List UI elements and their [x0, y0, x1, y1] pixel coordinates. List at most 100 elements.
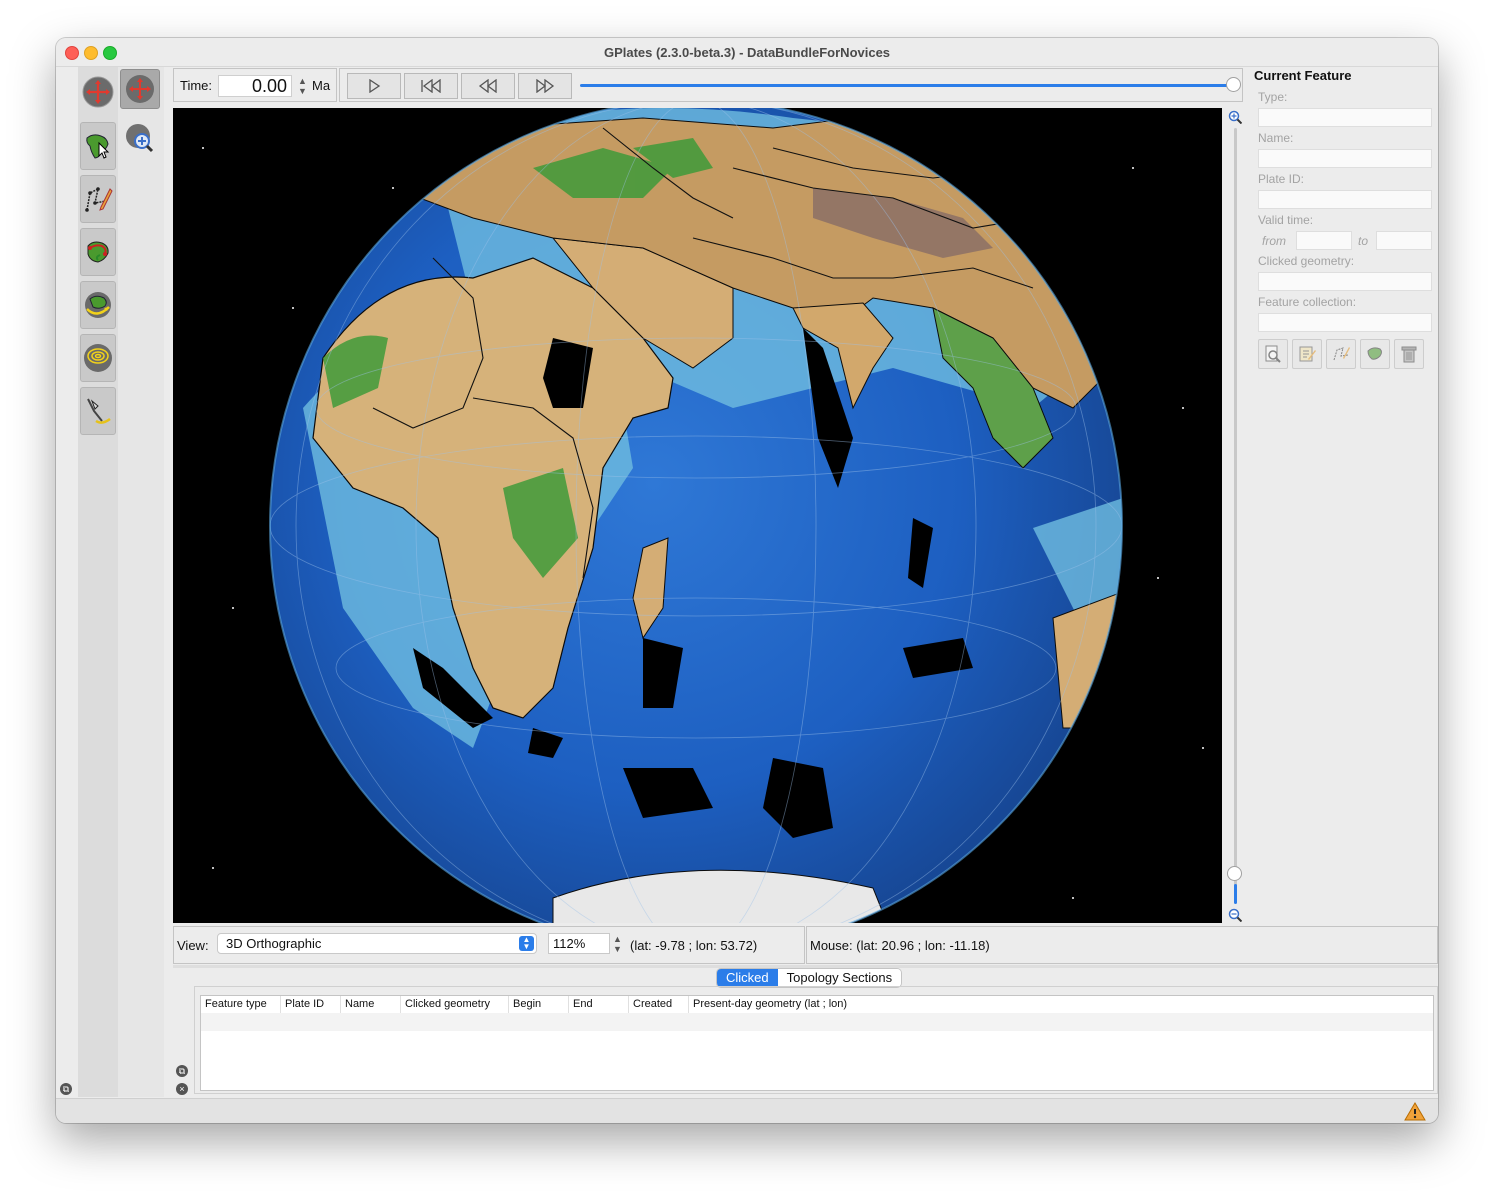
bottom-tab-bar: Clicked Topology Sections [716, 968, 903, 988]
zoom-out-icon[interactable] [1228, 908, 1242, 922]
zoom-tool[interactable] [122, 120, 158, 156]
column-end[interactable]: End [569, 996, 629, 1013]
view-bar: View: 3D Orthographic ▲ ▼ 112% ▲ ▼ (lat: -… [173, 926, 805, 964]
close-panel-icon[interactable]: × [176, 1083, 188, 1095]
change-geometry-button[interactable] [1326, 339, 1356, 369]
time-control: Time: 0.00 ▲ ▼ Ma [173, 68, 337, 102]
topology-icon [87, 241, 109, 263]
valid-from-field [1296, 231, 1352, 250]
projection-select[interactable]: 3D Orthographic ▲ ▼ [217, 933, 537, 954]
tab-topology-sections[interactable]: Topology Sections [777, 969, 902, 987]
edit-feature-icon [1299, 346, 1316, 362]
time-stepper[interactable]: ▲ ▼ [298, 76, 307, 96]
step-back-button[interactable] [461, 73, 515, 99]
camera-coordinates: (lat: -9.78 ; lon: 53.72) [630, 938, 758, 953]
chevron-updown-icon: ▲ ▼ [519, 936, 534, 951]
view-label: View: [177, 938, 209, 953]
current-feature-heading: Current Feature [1254, 68, 1352, 83]
reset-animation-button[interactable] [404, 73, 458, 99]
digitise-geometry-tool[interactable] [80, 175, 116, 223]
column-clicked-geometry[interactable]: Clicked geometry [401, 996, 509, 1013]
zoom-globe-icon [126, 75, 154, 103]
type-field [1258, 108, 1432, 127]
time-unit-label: Ma [312, 78, 331, 93]
playback-toolbar [339, 68, 1243, 102]
column-feature-type[interactable]: Feature type [201, 996, 281, 1013]
reconstruction-plate-button[interactable] [1360, 339, 1390, 369]
drag-globe-tool[interactable] [80, 72, 116, 112]
time-slider-handle[interactable] [1226, 77, 1241, 92]
to-label: to [1358, 234, 1369, 248]
name-field [1258, 149, 1432, 168]
zoom-slider-fill [1234, 884, 1237, 904]
plate-id-field [1258, 190, 1432, 209]
pole-manipulation-tool[interactable] [80, 281, 116, 329]
feature-collection-label: Feature collection: [1258, 295, 1357, 309]
column-created[interactable]: Created [629, 996, 689, 1013]
globe-canvas[interactable] [173, 108, 1222, 923]
small-circle-tool[interactable] [80, 334, 116, 382]
zoom-percent-input[interactable]: 112% [548, 933, 610, 954]
mouse-coordinates-bar: Mouse: (lat: 20.96 ; lon: -11.18) [806, 926, 1438, 964]
topology-tool[interactable] [80, 228, 116, 276]
name-label: Name: [1258, 131, 1294, 145]
float-dock-icon[interactable]: ⧉ [60, 1083, 72, 1095]
column-present-day-geometry[interactable]: Present-day geometry (lat ; lon) [689, 996, 1433, 1013]
reset-icon [421, 79, 441, 93]
clicked-features-table[interactable]: Feature type Plate ID Name Clicked geome… [200, 995, 1434, 1091]
change-geometry-icon [1333, 347, 1350, 361]
valid-to-field [1376, 231, 1432, 250]
clicked-geometry-field [1258, 272, 1432, 291]
small-circle-icon [84, 344, 112, 372]
zoom-stepper[interactable]: ▲ ▼ [613, 934, 622, 954]
time-input[interactable]: 0.00 [218, 75, 292, 97]
clicked-features-panel: Feature type Plate ID Name Clicked geome… [194, 986, 1438, 1094]
digitise-geometry-icon [85, 187, 113, 212]
projection-value: 3D Orthographic [226, 936, 322, 951]
tool-palette-column-2 [118, 67, 164, 1097]
column-name[interactable]: Name [341, 996, 401, 1013]
window-title: GPlates (2.3.0-beta.3) - DataBundleForNo… [603, 45, 891, 60]
status-bar [56, 1098, 1438, 1123]
column-plate-id[interactable]: Plate ID [281, 996, 341, 1013]
play-button[interactable] [347, 73, 401, 99]
play-icon [369, 79, 381, 93]
float-panel-icon[interactable]: ⧉ [176, 1065, 188, 1077]
reconstruction-plate-icon [1367, 347, 1382, 360]
measure-distance-tool[interactable] [80, 387, 116, 435]
pole-manipulation-icon [85, 292, 111, 318]
zoom-slider-handle[interactable] [1227, 865, 1242, 881]
clicked-geometry-label: Clicked geometry: [1258, 254, 1355, 268]
mouse-coordinates: Mouse: (lat: 20.96 ; lon: -11.18) [810, 938, 990, 953]
from-label: from [1262, 234, 1286, 248]
step-forward-icon [536, 79, 555, 93]
valid-time-label: Valid time: [1258, 213, 1314, 227]
zoom-slider-track[interactable] [1234, 128, 1237, 903]
edit-feature-button[interactable] [1292, 339, 1322, 369]
warning-icon[interactable] [1404, 1102, 1426, 1121]
zoom-in-icon[interactable] [1228, 110, 1242, 124]
table-row [201, 1013, 1433, 1031]
app-window: GPlates (2.3.0-beta.3) - DataBundleForNo… [56, 38, 1438, 1123]
query-feature-button[interactable] [1258, 339, 1288, 369]
globe-view[interactable] [173, 108, 1222, 923]
delete-feature-icon [1401, 346, 1417, 363]
zoom-slider[interactable] [1226, 108, 1244, 923]
time-slider-track[interactable] [580, 84, 1234, 87]
plate-id-label: Plate ID: [1258, 172, 1305, 186]
zoom-globe-tool[interactable] [120, 69, 160, 109]
drag-globe-icon [82, 76, 114, 108]
step-back-icon [478, 79, 497, 93]
query-feature-icon [1265, 345, 1281, 363]
delete-feature-button[interactable] [1394, 339, 1424, 369]
feature-collection-field [1258, 313, 1432, 332]
tab-clicked[interactable]: Clicked [717, 969, 778, 987]
title-bar: GPlates (2.3.0-beta.3) - DataBundleForNo… [56, 38, 1438, 67]
measure-distance-icon [87, 398, 111, 424]
table-header: Feature type Plate ID Name Clicked geome… [201, 996, 1433, 1014]
choose-feature-tool[interactable] [80, 122, 116, 170]
column-begin[interactable]: Begin [509, 996, 569, 1013]
type-label: Type: [1258, 90, 1288, 104]
zoom-magnifier-icon [126, 124, 154, 153]
step-forward-button[interactable] [518, 73, 572, 99]
